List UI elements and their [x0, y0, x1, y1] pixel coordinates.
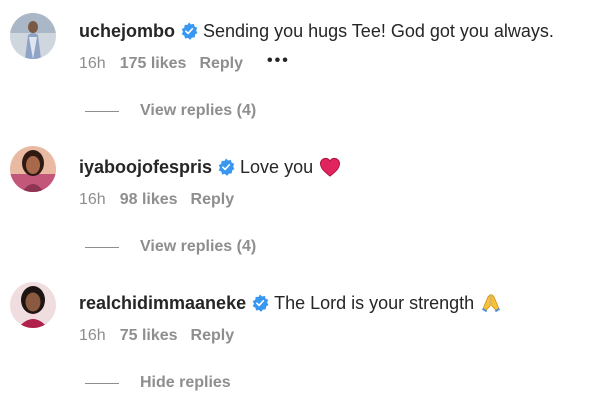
comment-text: Love you	[240, 157, 314, 177]
reply-button[interactable]: Reply	[191, 190, 235, 210]
replies-label: Hide replies	[140, 374, 231, 391]
verified-badge-icon	[217, 158, 235, 176]
comment-item: uchejombo Sending you hugs Tee! God got …	[0, 0, 600, 136]
folded-hands-icon	[480, 292, 502, 314]
reply-button[interactable]: Reply	[191, 326, 235, 346]
verified-badge-icon	[180, 22, 198, 40]
red-heart-icon	[319, 157, 341, 177]
replies-divider	[85, 246, 119, 248]
timestamp: 16h	[79, 55, 106, 72]
avatar[interactable]	[10, 146, 56, 192]
replies-divider	[85, 382, 119, 384]
verified-badge-icon	[251, 294, 269, 312]
replies-divider	[85, 110, 119, 112]
replies-label: View replies (4)	[140, 102, 257, 119]
avatar[interactable]	[10, 13, 56, 59]
comment-item: realchidimmaaneke The Lord is your stren…	[0, 272, 600, 408]
comment-line: uchejombo Sending you hugs Tee! God got …	[79, 20, 554, 42]
comment-meta: 16h 175 likes Reply •••	[79, 53, 290, 74]
likes-count[interactable]: 75 likes	[120, 326, 178, 346]
reply-button[interactable]: Reply	[199, 54, 243, 74]
comment-meta: 16h 75 likes Reply	[79, 326, 234, 346]
view-replies-button[interactable]: View replies (4)	[85, 102, 256, 120]
comment-item: iyaboojofespris Love you 16h 98 likes Re…	[0, 136, 600, 272]
likes-count[interactable]: 175 likes	[120, 54, 187, 74]
username-link[interactable]: realchidimmaaneke	[79, 292, 246, 314]
username-link[interactable]: uchejombo	[79, 20, 175, 42]
more-options-icon[interactable]: •••	[267, 53, 290, 69]
timestamp: 16h	[79, 191, 106, 208]
comment-line: realchidimmaaneke The Lord is your stren…	[79, 292, 502, 314]
comment-text: Sending you hugs Tee! God got you always…	[203, 21, 554, 41]
timestamp: 16h	[79, 327, 106, 344]
avatar[interactable]	[10, 282, 56, 328]
comment-text: The Lord is your strength	[274, 293, 475, 313]
replies-label: View replies (4)	[140, 238, 257, 255]
hide-replies-button[interactable]: Hide replies	[85, 374, 231, 392]
likes-count[interactable]: 98 likes	[120, 190, 178, 210]
view-replies-button[interactable]: View replies (4)	[85, 238, 256, 256]
username-link[interactable]: iyaboojofespris	[79, 156, 212, 178]
comment-line: iyaboojofespris Love you	[79, 156, 341, 178]
comment-meta: 16h 98 likes Reply	[79, 190, 234, 210]
